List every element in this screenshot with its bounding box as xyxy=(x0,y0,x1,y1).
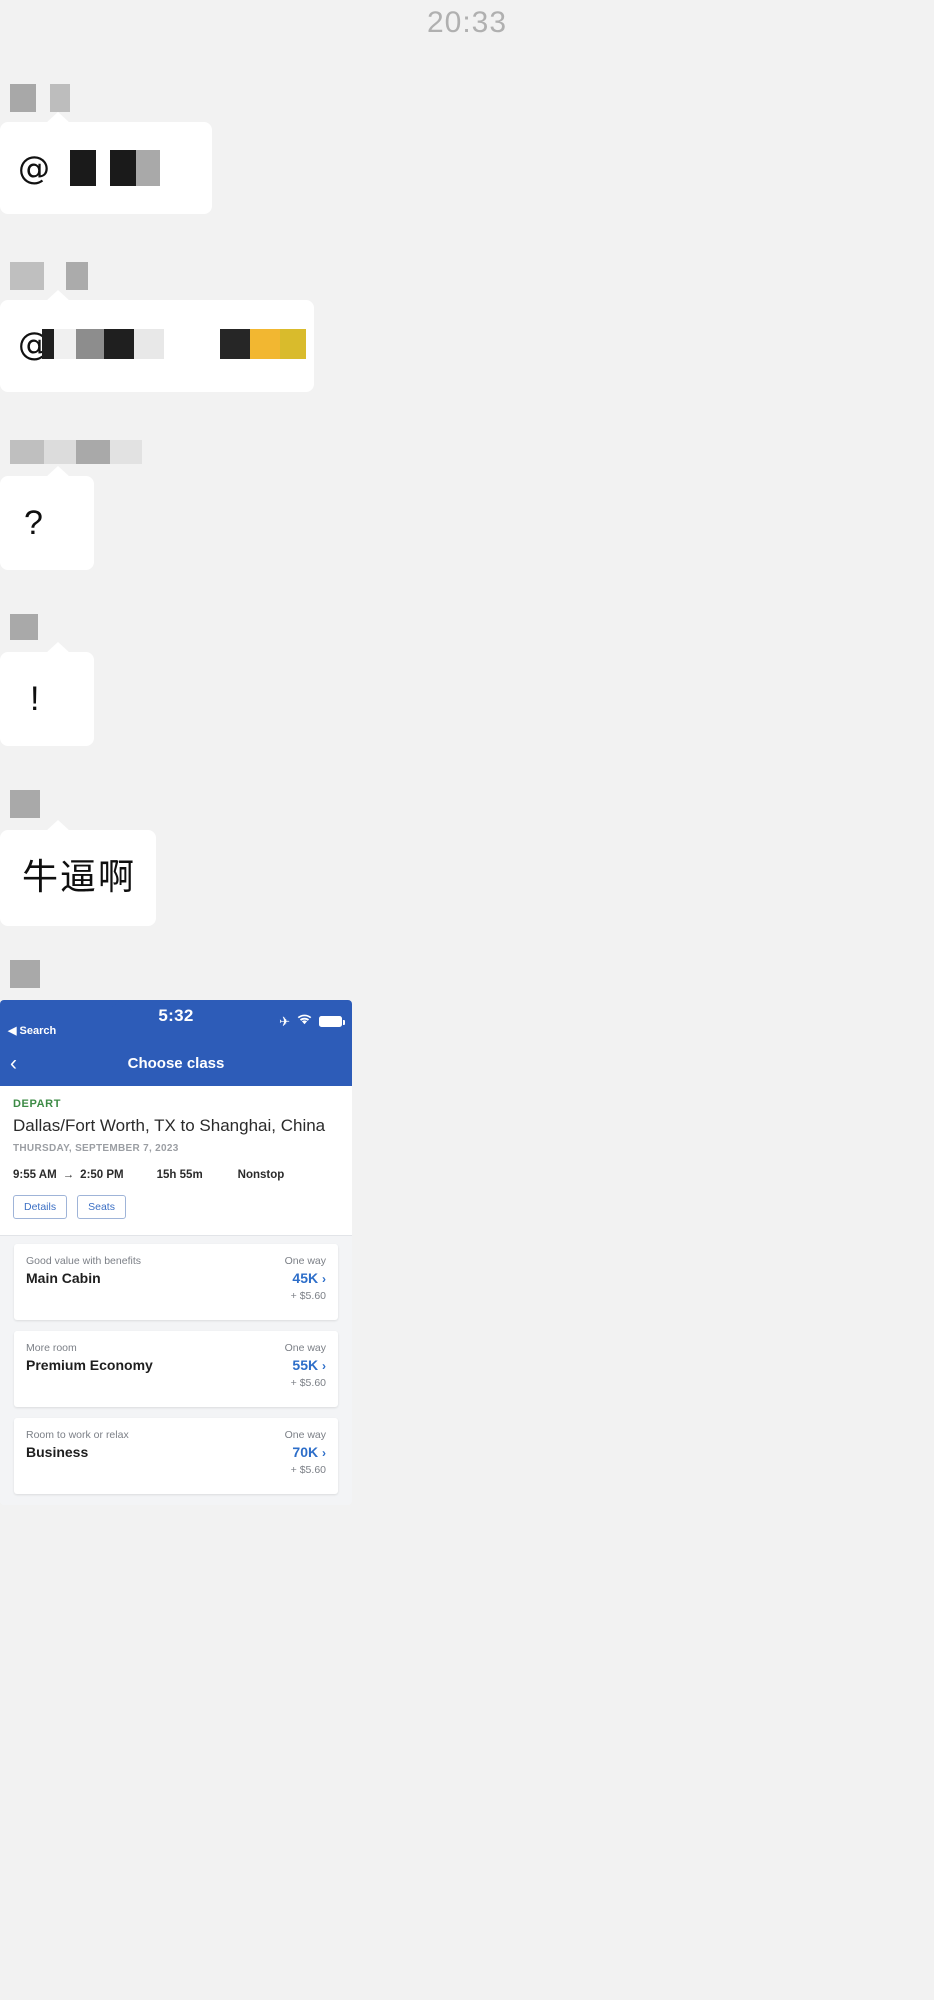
chat-screen: 20:33 @ @ ? ! 牛逼啊 5:32 ◀ Search ✈ ‹ Choo… xyxy=(0,0,934,2000)
redaction-block xyxy=(136,150,160,186)
redaction-block xyxy=(104,329,134,359)
chevron-right-icon: › xyxy=(322,1446,326,1460)
fare-type: One way xyxy=(284,1342,326,1354)
message-bubble[interactable]: ! xyxy=(0,642,94,746)
redaction-block xyxy=(10,960,40,988)
price-value: 55K xyxy=(292,1357,319,1373)
redaction-block xyxy=(44,440,76,464)
flight-summary-card: DEPART Dallas/Fort Worth, TX to Shanghai… xyxy=(0,1086,352,1236)
sender-redaction-4 xyxy=(10,614,94,640)
message-text: 牛逼啊 xyxy=(22,857,137,898)
shared-screenshot-bubble[interactable]: 5:32 ◀ Search ✈ ‹ Choose class DEPART Da… xyxy=(0,1000,352,1505)
depart-time: 9:55 AM xyxy=(13,1169,57,1181)
message-bubble[interactable]: 牛逼啊 xyxy=(0,820,156,926)
fare-type: One way xyxy=(284,1255,326,1267)
cabin-class-option-business[interactable]: Room to work or relax One way Business 7… xyxy=(14,1418,338,1494)
battery-full-icon xyxy=(319,1015,345,1027)
sender-redaction-6 xyxy=(10,960,40,988)
redaction-block xyxy=(220,329,250,359)
flight-date: THURSDAY, SEPTEMBER 7, 2023 xyxy=(13,1143,179,1154)
status-icons: ✈ xyxy=(279,1012,345,1030)
flight-action-buttons: Details Seats xyxy=(13,1195,339,1219)
system-clock: 20:33 xyxy=(426,6,508,39)
flight-route: Dallas/Fort Worth, TX to Shanghai, China xyxy=(13,1116,326,1135)
return-label: Search xyxy=(19,1025,57,1037)
redaction-block xyxy=(66,262,88,290)
class-subtitle: Good value with benefits xyxy=(26,1255,141,1267)
seats-button[interactable]: Seats xyxy=(77,1195,126,1219)
redaction-block xyxy=(250,329,280,359)
chevron-right-icon: › xyxy=(322,1272,326,1286)
embedded-app-screenshot[interactable]: 5:32 ◀ Search ✈ ‹ Choose class DEPART Da… xyxy=(0,1000,352,1505)
app-navigation-bar: ‹ Choose class xyxy=(0,1044,352,1086)
cabin-class-option-premium-economy[interactable]: More room One way Premium Economy 55K › … xyxy=(14,1331,338,1407)
redaction-block xyxy=(134,329,164,359)
chat-message-4: ! xyxy=(0,614,94,751)
wifi-icon xyxy=(297,1012,312,1030)
at-mention-icon: @ xyxy=(18,149,50,187)
class-subtitle: Room to work or relax xyxy=(26,1429,129,1441)
price-value: 45K xyxy=(292,1270,319,1286)
message-bubble[interactable]: ? xyxy=(0,466,94,570)
class-price: 55K › xyxy=(292,1357,326,1373)
fare-type: One way xyxy=(284,1429,326,1441)
phone-status-bar: 5:32 ◀ Search ✈ xyxy=(0,1000,352,1044)
price-value: 70K xyxy=(292,1444,319,1460)
bubble-tail xyxy=(108,1000,132,1011)
redaction-block xyxy=(10,440,44,464)
chat-message-2: @ xyxy=(0,262,314,397)
chevron-right-icon: › xyxy=(322,1359,326,1373)
message-bubble[interactable]: @ xyxy=(0,112,212,214)
class-price: 45K › xyxy=(292,1270,326,1286)
sender-redaction-1 xyxy=(10,84,212,112)
page-title: Choose class xyxy=(127,1055,225,1072)
arrive-time: 2:50 PM xyxy=(80,1169,124,1181)
flight-duration: 15h 55m xyxy=(156,1169,203,1181)
triangle-left-icon: ◀ xyxy=(8,1025,17,1037)
message-bubble[interactable]: @ xyxy=(0,290,314,392)
cabin-class-option-main-cabin[interactable]: Good value with benefits One way Main Ca… xyxy=(14,1244,338,1320)
redaction-block xyxy=(10,84,36,112)
redaction-block xyxy=(10,790,40,818)
redaction-block xyxy=(54,329,76,359)
redaction-block xyxy=(76,329,104,359)
details-button[interactable]: Details xyxy=(13,1195,68,1219)
message-text: ! xyxy=(30,680,40,718)
class-fee: + $5.60 xyxy=(290,1377,326,1389)
sender-redaction-5 xyxy=(10,790,156,818)
class-name: Business xyxy=(26,1444,89,1460)
sender-redaction-2 xyxy=(10,262,314,290)
chat-message-6 xyxy=(0,960,40,988)
chat-message-5: 牛逼啊 xyxy=(0,790,156,931)
redaction-block xyxy=(10,614,38,640)
arrow-right-icon: → xyxy=(62,1169,75,1181)
depart-label: DEPART xyxy=(13,1098,62,1110)
class-subtitle: More room xyxy=(26,1342,77,1354)
flight-times-row: 9:55 AM → 2:50 PM 15h 55m Nonstop xyxy=(13,1169,339,1181)
class-fee: + $5.60 xyxy=(290,1464,326,1476)
class-price: 70K › xyxy=(292,1444,326,1460)
chat-message-1: @ xyxy=(0,84,212,219)
redaction-block xyxy=(76,440,110,464)
class-fee: + $5.60 xyxy=(290,1290,326,1302)
redaction-block xyxy=(110,150,136,186)
redaction-block xyxy=(110,440,142,464)
redaction-block xyxy=(70,150,96,186)
redaction-block xyxy=(50,84,70,112)
return-to-search-link[interactable]: ◀ Search xyxy=(8,1024,56,1037)
class-name: Premium Economy xyxy=(26,1357,153,1373)
airplane-mode-icon: ✈ xyxy=(279,1013,290,1029)
redaction-block xyxy=(280,329,306,359)
flight-stops: Nonstop xyxy=(237,1169,285,1181)
message-text: ? xyxy=(24,504,43,542)
redaction-block xyxy=(42,329,54,359)
redaction-block xyxy=(10,262,44,290)
chat-message-3: ? xyxy=(0,440,142,575)
cabin-class-list: Good value with benefits One way Main Ca… xyxy=(0,1236,352,1494)
sender-redaction-3 xyxy=(10,440,142,464)
class-name: Main Cabin xyxy=(26,1270,101,1286)
